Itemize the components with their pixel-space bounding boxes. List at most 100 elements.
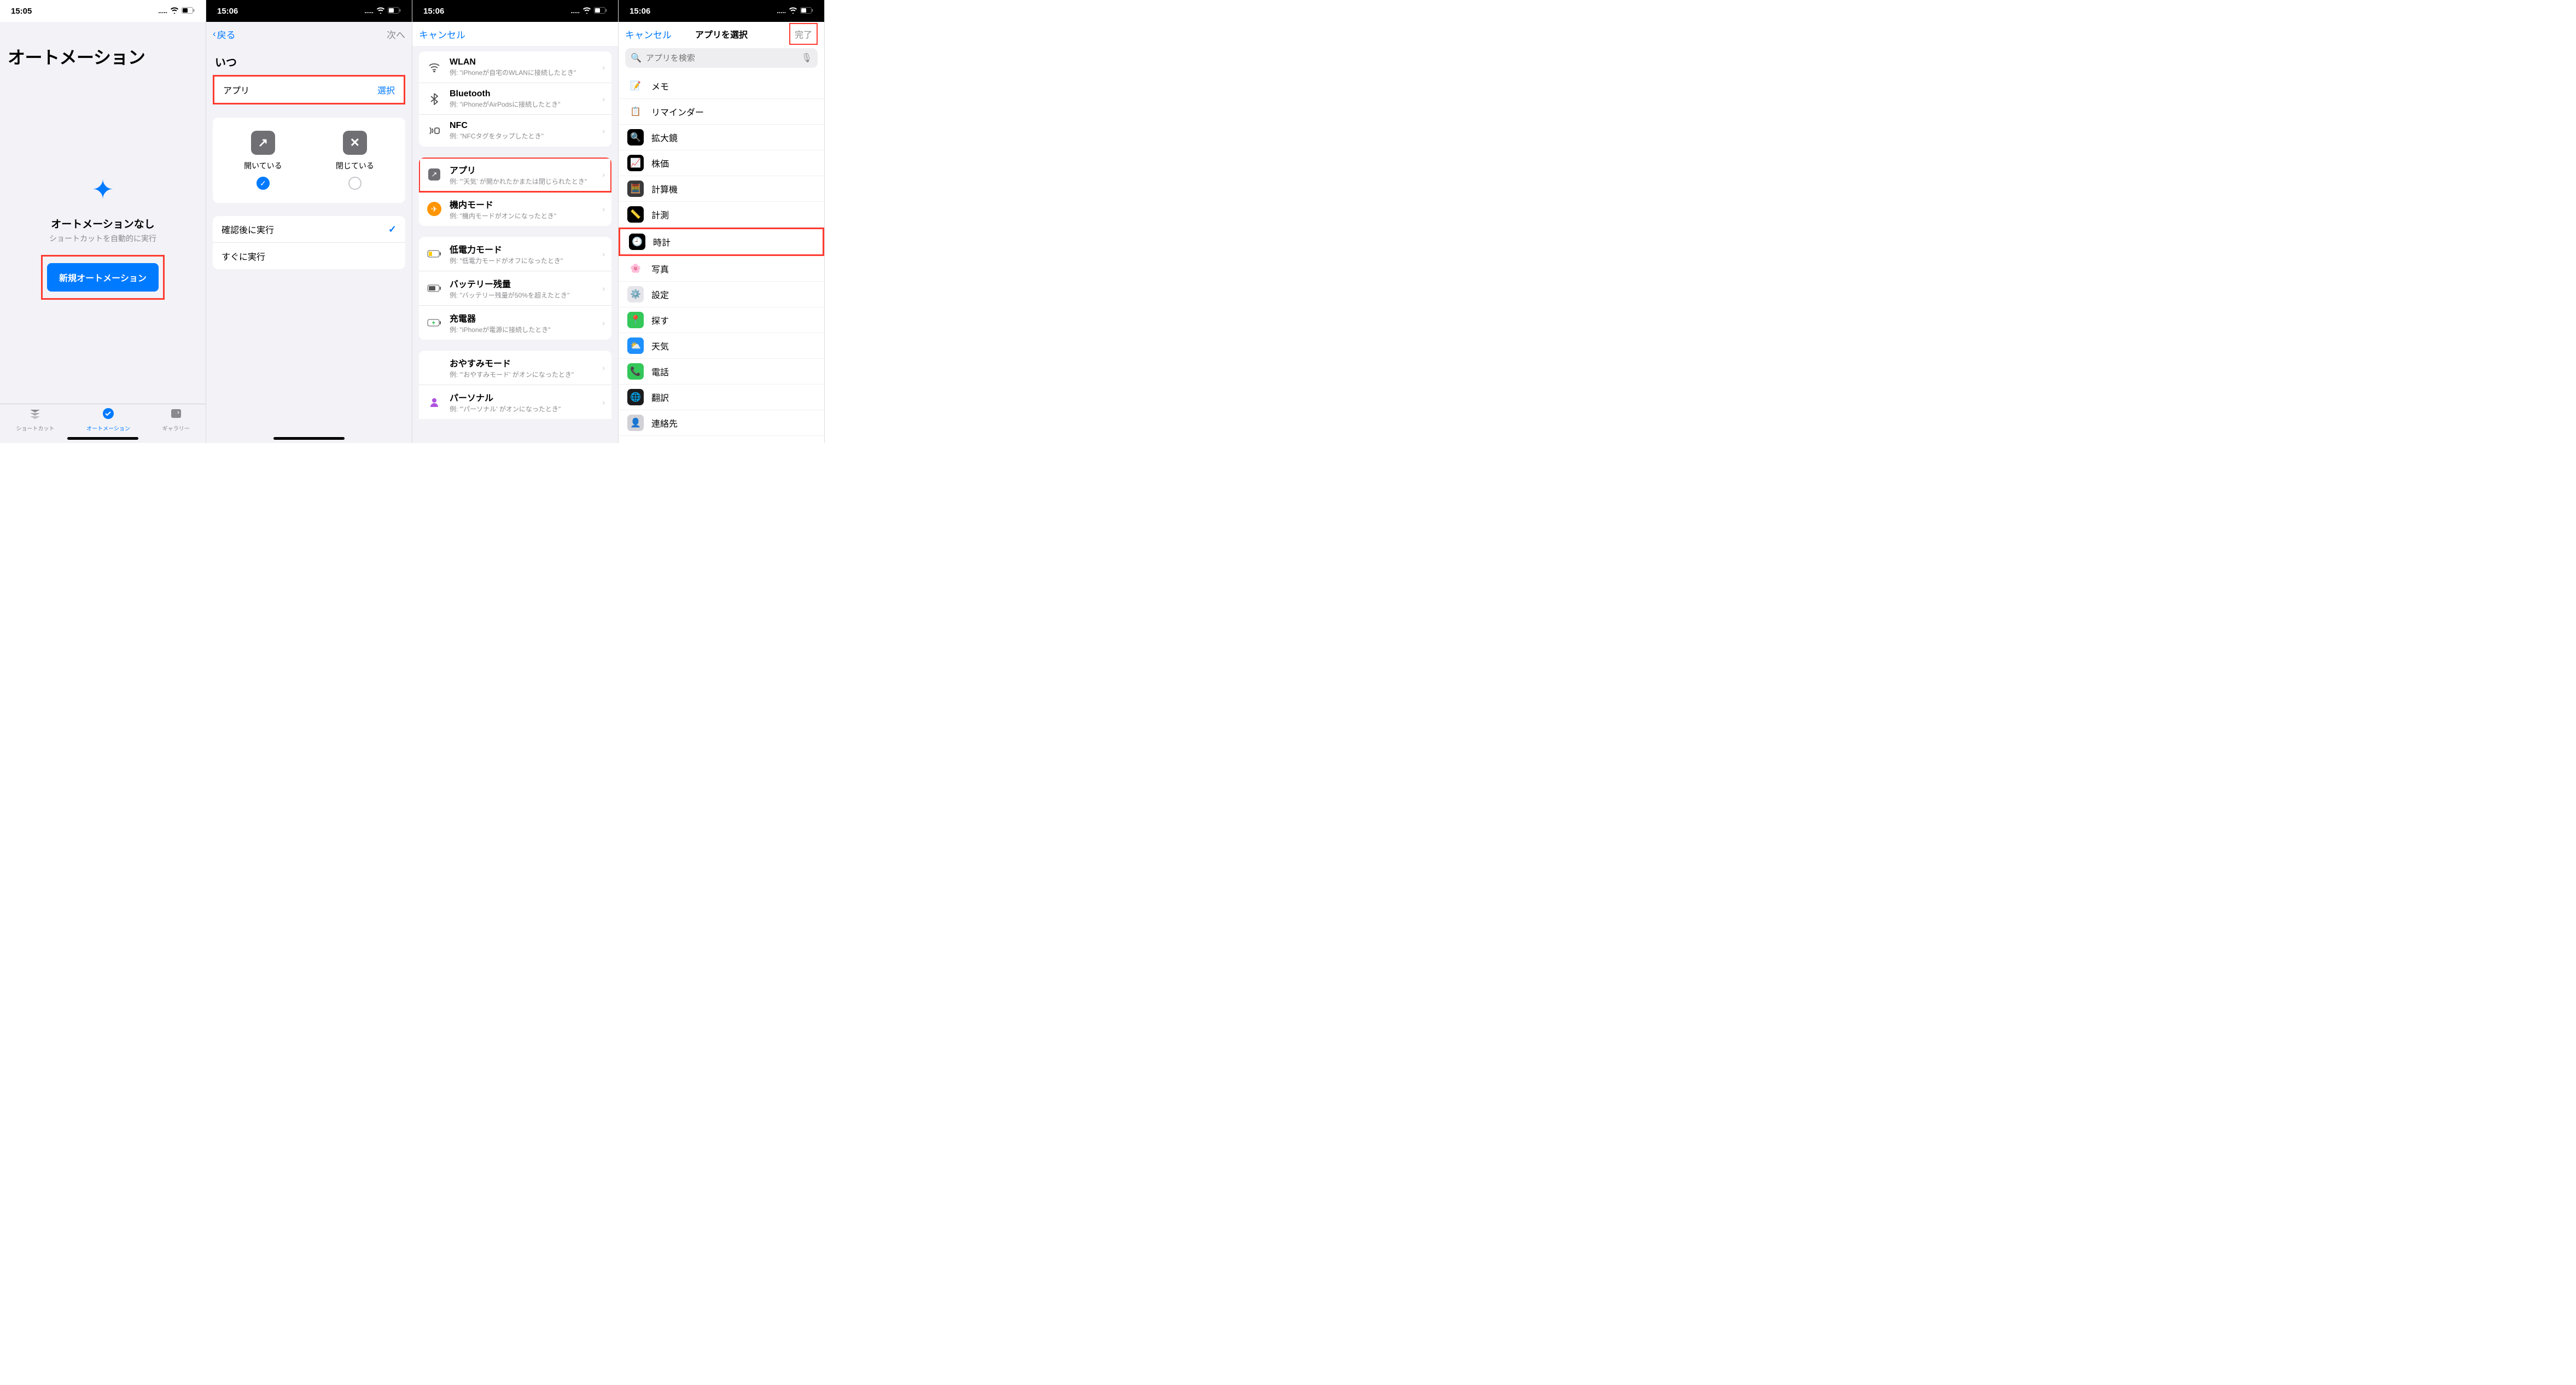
app-icon: 📝 — [627, 78, 644, 94]
home-indicator[interactable] — [273, 437, 345, 440]
sparkle-icon: ✦ — [92, 174, 114, 205]
done-button[interactable]: 完了 — [789, 23, 818, 45]
home-indicator[interactable] — [67, 437, 138, 440]
app-label: 写真 — [651, 262, 669, 275]
app-row[interactable]: 📞 電話 — [619, 359, 824, 385]
screen-app-selector: 15:06 ..... キャンセル アプリを選択 完了 🔍 🎙 📝 メモ📋 リマ… — [619, 0, 825, 443]
app-list[interactable]: 📝 メモ📋 リマインダー🔍 拡大鏡📈 株価🧮 計算機📏 計測🕘 時計🌸 写真⚙️… — [619, 73, 824, 443]
app-row[interactable]: 📏 計測 — [619, 202, 824, 228]
chevron-right-icon: › — [602, 249, 605, 258]
app-row[interactable]: ⛅ 天気 — [619, 333, 824, 359]
status-icons: ..... — [158, 7, 195, 15]
trigger-icon: ✈ — [427, 201, 442, 217]
radio-unchecked[interactable] — [348, 177, 362, 190]
app-row[interactable]: 📋 リマインダー — [619, 99, 824, 125]
tab-shortcuts[interactable]: ショートカット — [16, 408, 54, 432]
app-icon: 🕘 — [629, 234, 645, 250]
app-icon: 🧮 — [627, 181, 644, 197]
app-row[interactable]: 📍 探す — [619, 307, 824, 333]
trigger-row[interactable]: Bluetooth 例: "iPhoneがAirPodsに接続したとき" › — [419, 83, 611, 115]
run-after-confirm-row[interactable]: 確認後に実行 ✓ — [213, 216, 405, 243]
next-button[interactable]: 次へ — [387, 27, 405, 41]
app-row[interactable]: 🌸 写真 — [619, 256, 824, 282]
app-icon: 🔍 — [627, 129, 644, 146]
tab-label: オートメーション — [86, 424, 130, 432]
search-bar[interactable]: 🔍 🎙 — [625, 48, 818, 68]
trigger-icon — [427, 315, 442, 330]
trigger-list[interactable]: WLAN 例: "iPhoneが自宅のWLANに接続したとき" › Blueto… — [412, 46, 618, 443]
app-row[interactable]: 📝 メモ — [619, 73, 824, 99]
status-bar: 15:05 ..... — [0, 0, 206, 22]
choose-link[interactable]: 選択 — [377, 83, 395, 96]
trigger-title: Bluetooth — [450, 89, 595, 99]
nav-bar: キャンセル アプリを選択 完了 — [619, 22, 824, 46]
option-close[interactable]: ✕ 閉じている — [336, 131, 374, 190]
trigger-subtitle: 例: "iPhoneが自宅のWLANに接続したとき" — [450, 68, 595, 77]
app-label: 翻訳 — [651, 391, 669, 404]
app-row[interactable]: 🧮 計算機 — [619, 176, 824, 202]
run-immediately-row[interactable]: すぐに実行 — [213, 243, 405, 269]
app-label: 時計 — [653, 235, 671, 248]
trigger-title: NFC — [450, 121, 595, 131]
cancel-button[interactable]: キャンセル — [625, 27, 672, 41]
trigger-row[interactable]: ✈ 機内モード 例: "機内モードがオンになったとき" › — [419, 192, 611, 226]
nav-title: アプリを選択 — [695, 27, 748, 40]
app-row[interactable]: ⚙️ 設定 — [619, 282, 824, 307]
status-bar: 15:06 ..... — [412, 0, 618, 22]
option-open[interactable]: ↗ 開いている ✓ — [244, 131, 282, 190]
screen-automation-when: 15:06 ..... ‹ 戻る 次へ いつ アプリ 選択 ↗ 開いている ✓ … — [206, 0, 412, 443]
row-label: 確認後に実行 — [222, 223, 388, 236]
mic-icon[interactable]: 🎙 — [801, 53, 812, 63]
trigger-row[interactable]: 充電器 例: "iPhoneが電源に接続したとき" › — [419, 306, 611, 340]
tab-gallery[interactable]: ギャラリー — [162, 408, 190, 432]
app-icon: ⚙️ — [627, 286, 644, 302]
cancel-button[interactable]: キャンセル — [419, 27, 465, 41]
status-icons: ..... — [364, 7, 401, 15]
app-label: アプリ — [223, 83, 377, 96]
trigger-row[interactable]: NFC 例: "NFCタグをタップしたとき" › — [419, 115, 611, 147]
back-button[interactable]: ‹ 戻る — [213, 27, 236, 41]
trigger-row[interactable]: 低電力モード 例: "低電力モードがオフになったとき" › — [419, 237, 611, 271]
trigger-subtitle: 例: "バッテリー残量が50%を超えたとき" — [450, 290, 595, 300]
radio-checked[interactable]: ✓ — [257, 177, 270, 190]
trigger-title: パーソナル — [450, 391, 595, 404]
trigger-row[interactable]: パーソナル 例: "'パーソナル' がオンになったとき" › — [419, 385, 611, 419]
search-input[interactable] — [646, 54, 797, 63]
x-icon: ✕ — [343, 131, 367, 155]
tab-automation[interactable]: オートメーション — [86, 408, 130, 432]
trigger-icon — [427, 360, 442, 375]
status-bar: 15:06 ..... — [206, 0, 412, 22]
wifi-icon — [789, 7, 797, 15]
app-row[interactable]: 🕘 時計 — [619, 228, 824, 256]
screen-automation-home: 15:05 ..... オートメーション ✦ オートメーションなし ショートカッ… — [0, 0, 206, 443]
status-icons: ..... — [777, 7, 813, 15]
app-row[interactable]: 📈 株価 — [619, 150, 824, 176]
app-row[interactable]: 👤 連絡先 — [619, 410, 824, 436]
app-icon: 👤 — [627, 415, 644, 431]
trigger-row[interactable]: おやすみモード 例: "'おやすみモード' がオンになったとき" › — [419, 351, 611, 385]
trigger-icon — [427, 394, 442, 410]
trigger-row[interactable]: WLAN 例: "iPhoneが自宅のWLANに接続したとき" › — [419, 51, 611, 83]
app-row[interactable]: 🔍 拡大鏡 — [619, 125, 824, 150]
trigger-row[interactable]: バッテリー残量 例: "バッテリー残量が50%を超えたとき" › — [419, 271, 611, 306]
chevron-right-icon: › — [602, 170, 605, 179]
wifi-icon — [582, 7, 591, 15]
app-label: メモ — [651, 79, 669, 92]
trigger-row[interactable]: ↗ アプリ 例: "'天気' が開かれたかまたは閉じられたとき" › — [419, 158, 611, 192]
trigger-subtitle: 例: "機内モードがオンになったとき" — [450, 211, 595, 220]
app-label: リマインダー — [651, 105, 704, 118]
cell-dots-icon: ..... — [364, 7, 374, 15]
chevron-right-icon: › — [602, 126, 605, 135]
row-label: すぐに実行 — [222, 249, 397, 263]
new-automation-button[interactable]: 新規オートメーション — [47, 263, 159, 292]
app-select-row[interactable]: アプリ 選択 — [213, 75, 405, 104]
status-time: 15:06 — [630, 7, 650, 16]
app-label: 拡大鏡 — [651, 131, 678, 144]
screen-trigger-picker: 15:06 ..... キャンセル WLAN 例: "iPhoneが自宅のWLA… — [412, 0, 619, 443]
cell-dots-icon: ..... — [158, 7, 167, 15]
chevron-right-icon: › — [602, 95, 605, 103]
trigger-title: WLAN — [450, 57, 595, 67]
trigger-subtitle: 例: "'パーソナル' がオンになったとき" — [450, 404, 595, 414]
app-row[interactable]: 🌐 翻訳 — [619, 385, 824, 410]
trigger-icon — [427, 123, 442, 138]
